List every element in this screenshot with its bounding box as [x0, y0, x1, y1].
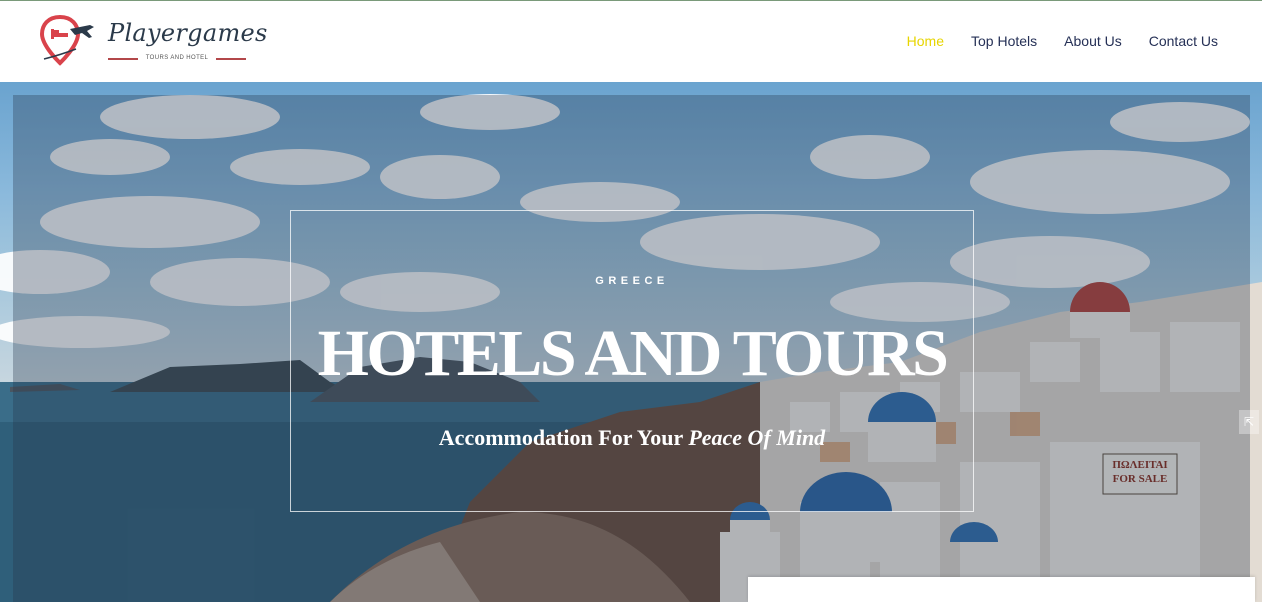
nav-home[interactable]: Home: [907, 33, 944, 49]
hero-caption-box: GREECE HOTELS AND TOURS Accommodation Fo…: [290, 210, 974, 512]
hero-title: HOTELS AND TOURS: [317, 317, 949, 390]
hero-subtitle: Accommodation For Your Peace Of Mind: [291, 425, 973, 451]
brand-rule-left: [108, 58, 138, 60]
expand-icon[interactable]: ⇱: [1239, 410, 1259, 434]
nav-top-hotels[interactable]: Top Hotels: [971, 33, 1037, 49]
site-header: Playergames TOURS AND HOTEL Home Top Hot…: [0, 1, 1262, 82]
brand-rule-right: [216, 58, 246, 60]
hero-subtitle-plain: Accommodation For Your: [438, 425, 683, 450]
brand-name: Playergames: [108, 19, 268, 47]
logo-pin-icon: [40, 15, 94, 66]
hero-eyebrow: GREECE: [595, 275, 669, 287]
nav-about-us[interactable]: About Us: [1064, 33, 1122, 49]
main-nav: Home Top Hotels About Us Contact Us: [907, 33, 1218, 49]
site-logo[interactable]: Playergames TOURS AND HOTEL: [40, 15, 267, 71]
hero-subtitle-italic: Peace Of Mind: [688, 425, 826, 450]
brand-tagline: TOURS AND HOTEL: [145, 55, 209, 61]
nav-contact-us[interactable]: Contact Us: [1149, 33, 1218, 49]
content-card-edge: [748, 577, 1255, 602]
